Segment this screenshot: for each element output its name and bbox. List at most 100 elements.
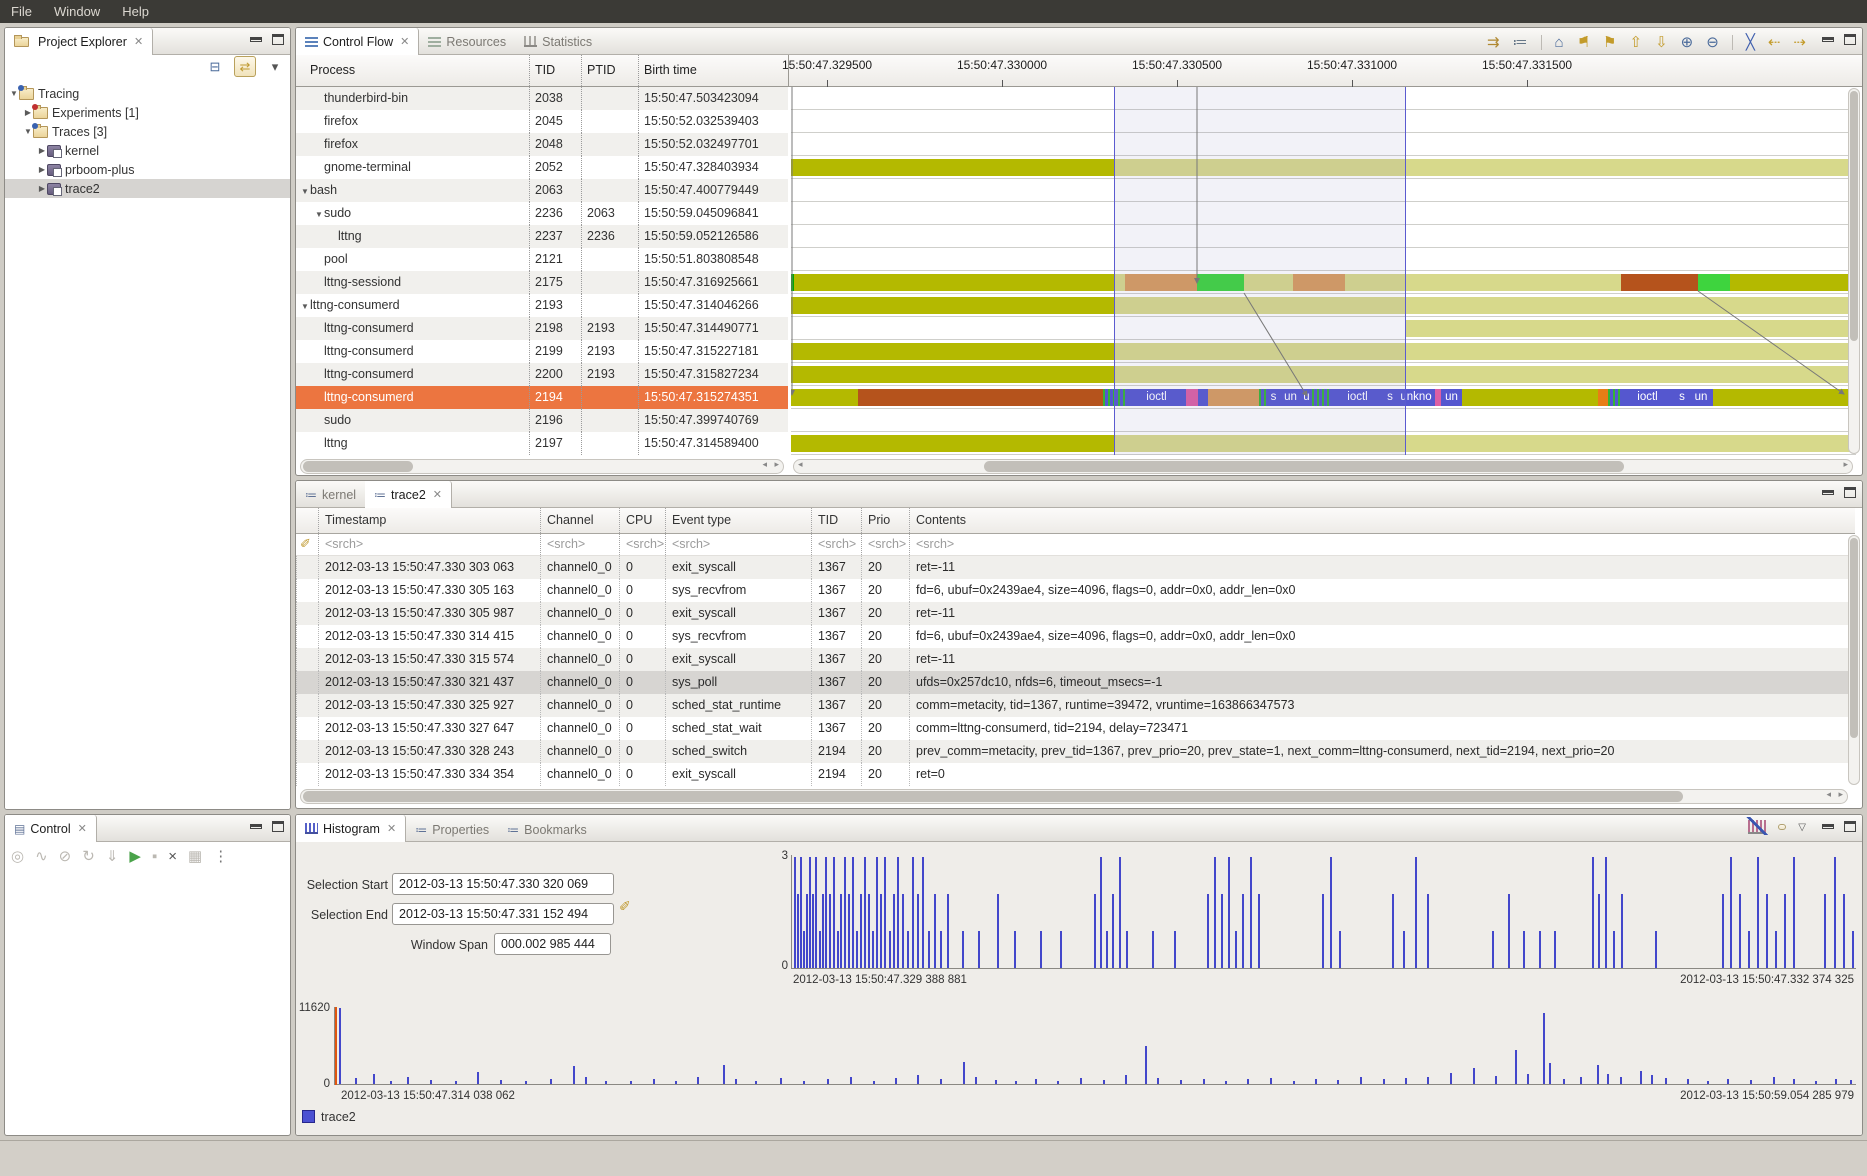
zoom-out-icon[interactable]: ⊖ <box>1706 33 1719 51</box>
destroy-session-icon[interactable]: × <box>168 848 177 865</box>
event-row[interactable]: 2012-03-13 15:50:47.330 334 354channel0_… <box>296 763 1855 786</box>
start-trace-icon[interactable]: ▶ <box>129 847 141 865</box>
process-row-2196[interactable]: sudo219615:50:47.399740769 <box>296 409 788 432</box>
maximize-icon[interactable] <box>1844 487 1856 498</box>
expander-icon[interactable]: ▼ <box>23 127 33 136</box>
connect-icon[interactable]: ∿ <box>35 847 48 865</box>
scrollbar-thumb[interactable] <box>303 791 1683 802</box>
view-menu-icon[interactable]: ⋮ <box>213 847 228 865</box>
event-row[interactable]: 2012-03-13 15:50:47.330 325 927channel0_… <box>296 694 1855 717</box>
hide-arrows-icon[interactable]: ╳ <box>1746 33 1755 51</box>
expander-icon[interactable]: ▶ <box>37 165 47 174</box>
disconnect-icon[interactable]: ⊘ <box>59 847 72 865</box>
close-icon[interactable]: ✕ <box>134 35 143 48</box>
state-segment[interactable] <box>1698 274 1730 291</box>
process-table-header[interactable]: Process TID PTID Birth time <box>296 55 788 87</box>
selection-line[interactable] <box>1114 87 1115 455</box>
process-row-2237[interactable]: lttng2237223615:50:59.052126586 <box>296 225 788 248</box>
state-segment[interactable] <box>791 435 1114 452</box>
state-segment-ioctl[interactable]: ioctl <box>1620 389 1675 406</box>
filter-pin-icon[interactable]: ✐ <box>300 536 311 552</box>
selection-end-input[interactable]: 2012-03-13 15:50:47.331 152 494 <box>392 903 614 925</box>
timeline-chart[interactable]: ioctlsunuioctlsunknounioctlsun <box>791 87 1856 455</box>
event-row[interactable]: 2012-03-13 15:50:47.330 315 574channel0_… <box>296 648 1855 671</box>
process-row-2048[interactable]: firefox204815:50:52.032497701 <box>296 133 788 156</box>
scroll-left-icon[interactable]: ◂ <box>798 459 803 470</box>
expander-icon[interactable]: ▶ <box>37 146 47 155</box>
new-connection-icon[interactable]: ◎ <box>11 847 24 865</box>
import-icon[interactable]: ⇓ <box>106 847 119 865</box>
minimize-icon[interactable] <box>250 37 262 42</box>
scrollbar-thumb[interactable] <box>1850 91 1858 341</box>
state-segment-un[interactable]: un <box>1689 389 1713 406</box>
scroll-left-icon[interactable]: ◂ <box>1826 789 1831 800</box>
tree-item-tracing[interactable]: ▼Tracing <box>5 84 290 103</box>
stop-trace-icon[interactable]: ▪ <box>152 848 157 865</box>
scrollbar-thumb[interactable] <box>1850 538 1858 738</box>
refresh-icon[interactable]: ↻ <box>82 847 95 865</box>
close-icon[interactable]: ✕ <box>387 822 396 835</box>
column-tid[interactable]: TID <box>535 63 555 77</box>
state-segment[interactable] <box>791 366 1114 383</box>
event-row[interactable]: 2012-03-13 15:50:47.330 314 415channel0_… <box>296 625 1855 648</box>
close-icon[interactable]: ✕ <box>433 488 442 501</box>
expander-icon[interactable]: ▼ <box>9 89 19 98</box>
view-menu-icon[interactable]: ▽ <box>1798 822 1806 833</box>
expander-icon[interactable]: ▶ <box>37 184 47 193</box>
event-row[interactable]: 2012-03-13 15:50:47.330 303 063channel0_… <box>296 556 1855 579</box>
minimize-icon[interactable] <box>1822 824 1834 829</box>
event-row[interactable]: 2012-03-13 15:50:47.330 327 647channel0_… <box>296 717 1855 740</box>
scroll-right-icon[interactable]: ▸ <box>1838 789 1843 800</box>
process-table-hscrollbar[interactable]: ◂ ▸ <box>300 459 784 474</box>
state-segment[interactable] <box>791 343 1114 360</box>
menu-help[interactable]: Help <box>111 0 160 23</box>
reset-time-range-icon[interactable]: ⌂ <box>1555 34 1564 51</box>
tab-project-explorer[interactable]: Project Explorer ✕ <box>5 28 153 55</box>
hide-lost-events-icon[interactable] <box>1748 820 1766 834</box>
move-down-icon[interactable]: ⇩ <box>1655 33 1668 51</box>
tab-resources[interactable]: Resources <box>419 28 515 55</box>
tree-item-experiments-1-[interactable]: ▶Experiments [1] <box>5 103 290 122</box>
expander-icon[interactable]: ▼ <box>300 295 310 317</box>
view-menu-icon[interactable]: ▾ <box>264 56 286 77</box>
tab-properties[interactable]: ≔Properties <box>406 817 498 844</box>
tab-control[interactable]: ▤ Control ✕ <box>5 815 97 842</box>
scrollbar-thumb[interactable] <box>303 461 413 472</box>
minimize-icon[interactable] <box>1822 37 1834 42</box>
process-row-2038[interactable]: thunderbird-bin203815:50:47.503423094 <box>296 87 788 110</box>
state-segment[interactable] <box>791 159 1114 176</box>
state-segment[interactable] <box>1462 389 1598 406</box>
expander-icon[interactable]: ▶ <box>23 108 33 117</box>
process-row-2194[interactable]: lttng-consumerd219415:50:47.315274351 <box>296 386 788 409</box>
window-span-input[interactable]: 000.002 985 444 <box>494 933 611 955</box>
expander-icon[interactable]: ▼ <box>314 203 324 225</box>
maximize-icon[interactable] <box>1844 821 1856 832</box>
scrollbar-thumb[interactable] <box>984 461 1624 472</box>
tab-histogram[interactable]: Histogram✕ <box>296 815 406 842</box>
selection-start-input[interactable]: 2012-03-13 15:50:47.330 320 069 <box>392 873 614 895</box>
tab-statistics[interactable]: Statistics <box>515 28 601 55</box>
maximize-icon[interactable] <box>1844 34 1856 45</box>
full-histogram-plot[interactable] <box>334 1007 1856 1085</box>
follow-arrow-backward-icon[interactable]: ⇠ <box>1768 33 1781 51</box>
pin-selection-icon[interactable]: ✐ <box>619 898 631 915</box>
events-table-header[interactable]: TimestampChannelCPUEvent typeTIDPrioCont… <box>296 508 1855 534</box>
minimize-icon[interactable] <box>250 824 262 829</box>
process-row-2236[interactable]: ▼sudo2236206315:50:59.045096841 <box>296 202 788 225</box>
tab-bookmarks[interactable]: ≔Bookmarks <box>498 817 596 844</box>
state-segment[interactable] <box>1608 389 1620 406</box>
zoom-in-icon[interactable]: ⊕ <box>1681 33 1694 51</box>
state-segment[interactable] <box>791 297 1114 314</box>
maximize-icon[interactable] <box>272 821 284 832</box>
activate-trace-histogram-icon[interactable] <box>1778 824 1786 830</box>
process-row-2063[interactable]: ▼bash206315:50:47.400779449 <box>296 179 788 202</box>
align-views-icon[interactable]: ⇉ <box>1487 33 1500 51</box>
tree-item-trace2[interactable]: ▶trace2 <box>5 179 290 198</box>
process-row-2197[interactable]: lttng219715:50:47.314589400 <box>296 432 788 455</box>
process-row-2193[interactable]: ▼lttng-consumerd219315:50:47.314046266 <box>296 294 788 317</box>
column-process[interactable]: Process <box>310 63 355 77</box>
state-segment-s[interactable]: s <box>1675 389 1689 406</box>
events-hscrollbar[interactable]: ◂ ▸ <box>300 789 1848 804</box>
column-ptid[interactable]: PTID <box>587 63 615 77</box>
event-row[interactable]: 2012-03-13 15:50:47.330 328 243channel0_… <box>296 740 1855 763</box>
